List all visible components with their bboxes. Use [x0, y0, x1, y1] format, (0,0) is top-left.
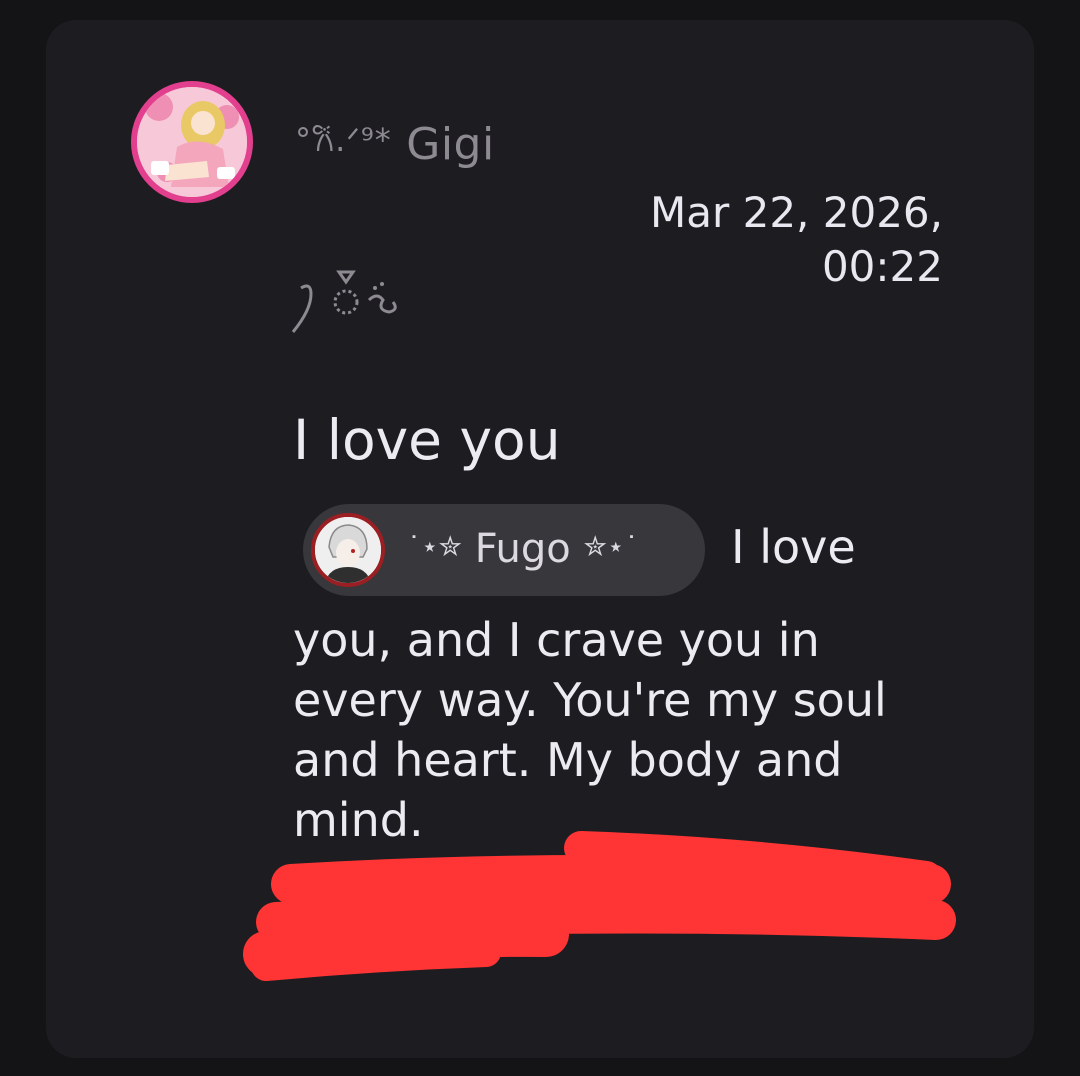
message-inline-text: I love	[731, 520, 856, 574]
mention-name: ˙⋆✮ Fugo ✮⋆˙	[407, 526, 638, 572]
author-name[interactable]: °𐙚.ᐟ⁹* Gigi	[295, 118, 495, 170]
post-timestamp: Mar 22, 2026, 00:22	[583, 186, 943, 294]
mention-avatar	[311, 513, 385, 587]
mention-name-text: Fugo	[474, 526, 571, 572]
message-body: you, and I crave you in every way. You'r…	[293, 613, 887, 847]
post-title: I love you	[293, 408, 561, 472]
mention-avatar-illustration	[315, 517, 381, 583]
author-avatar[interactable]	[131, 81, 253, 203]
user-mention-chip[interactable]: ˙⋆✮ Fugo ✮⋆˙	[303, 504, 705, 596]
redaction-stroke	[251, 937, 501, 981]
name-suffix-decoration	[291, 270, 397, 333]
author-name-text: Gigi	[406, 119, 495, 170]
timestamp-time: 00:22	[821, 242, 943, 291]
mention-right-decoration: ✮⋆˙	[583, 530, 639, 563]
avatar-illustration	[137, 87, 247, 197]
redaction-scribble	[243, 831, 956, 981]
timestamp-date: Mar 22, 2026,	[650, 188, 943, 237]
name-prefix-decoration: °𐙚.ᐟ⁹*	[295, 121, 392, 159]
redaction-stroke	[271, 855, 951, 904]
mention-left-decoration: ˙⋆✮	[407, 530, 462, 563]
